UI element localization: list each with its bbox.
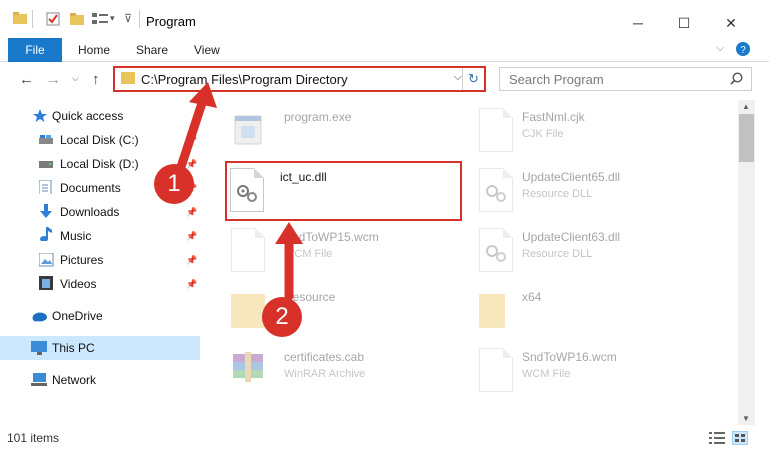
step-2-badge: 2: [262, 297, 302, 337]
arrow-1: [175, 82, 217, 175]
file-explorer-window: ▾ ⊽ Program ─ ☐ ✕ File Home Share View ⌵…: [0, 0, 769, 465]
step-1-badge: 1: [154, 164, 194, 204]
arrow-2: [275, 222, 303, 301]
annotation-overlay: [175, 82, 303, 301]
